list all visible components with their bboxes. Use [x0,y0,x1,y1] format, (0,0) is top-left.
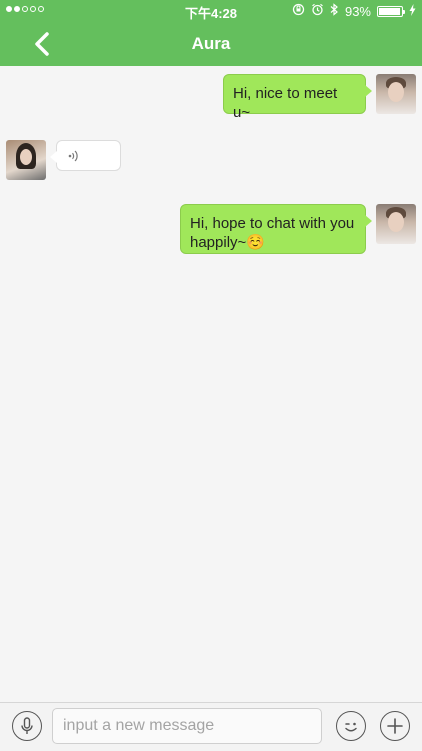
battery-icon [377,5,405,17]
wink-emoji-icon [345,722,357,732]
outgoing-message-bubble[interactable]: Hi, hope to chat with you happily~☺️ [180,204,372,254]
message-input[interactable] [52,708,322,744]
incoming-voice-message[interactable] [50,140,121,171]
message-text: Hi, nice to meet u~ [233,85,338,121]
chat-title: Aura [191,34,231,53]
status-icons: 93% [292,3,416,19]
contact-avatar[interactable] [6,140,46,180]
navigation-bar: Aura [0,22,422,66]
input-bar [0,702,422,751]
charging-bolt-icon [409,3,416,19]
microphone-icon [21,717,33,734]
header: 下午4:28 93% Aura [0,0,422,66]
outgoing-message-bubble[interactable]: Hi, nice to meet u~ [223,74,372,121]
plus-icon [387,718,403,734]
battery-percent: 93% [344,3,371,19]
status-bar: 下午4:28 93% [0,0,422,22]
message-list[interactable]: Hi, nice to meet u~ Hi, hope to chat wit… [0,66,422,706]
alarm-icon [311,3,324,19]
my-avatar[interactable] [376,204,416,244]
emoji-button[interactable] [336,711,366,741]
message-text: Hi, hope to chat with you happily~☺️ [190,215,355,251]
my-avatar[interactable] [376,74,416,114]
voice-input-button[interactable] [12,711,42,741]
voice-wave-icon [68,149,80,168]
bluetooth-icon [330,3,339,19]
orientation-lock-icon [292,3,305,19]
more-button[interactable] [380,711,410,741]
